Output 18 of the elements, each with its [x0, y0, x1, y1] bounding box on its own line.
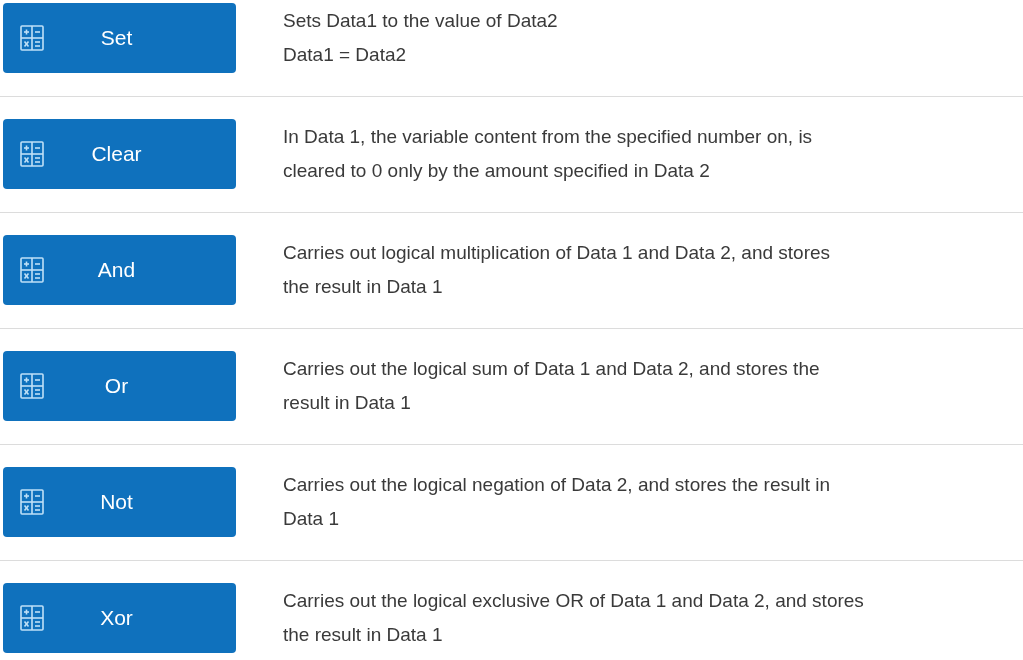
- instruction-button[interactable]: Not: [3, 467, 236, 537]
- calculator-icon: [19, 140, 45, 168]
- instruction-button[interactable]: Set: [3, 3, 236, 73]
- instruction-button[interactable]: Or: [3, 351, 236, 421]
- calculator-icon: [19, 256, 45, 284]
- instruction-description: In Data 1, the variable content from the specified number on, is cleared to 0 only by the amount specified in Data 2: [283, 125, 813, 183]
- instruction-button[interactable]: Xor: [3, 583, 236, 653]
- calculator-icon: [19, 24, 45, 52]
- instruction-button[interactable]: Clear: [3, 119, 236, 189]
- calculator-icon: [19, 488, 45, 516]
- instruction-description: Carries out the logical sum of Data 1 and Data 2, and stores the result in Data 1: [283, 357, 820, 415]
- instruction-description: Carries out the logical negation of Data 2, and stores the result in Data 1: [283, 473, 831, 531]
- instruction-description: Carries out logical multiplication of Data 1 and Data 2, and stores the result in Data 1: [283, 241, 831, 299]
- instruction-description: Carries out the logical exclusive OR of Data 1 and Data 2, and stores the result in Data 1: [283, 589, 864, 647]
- calculator-icon: [19, 372, 45, 400]
- calculator-icon: [19, 604, 45, 632]
- instruction-description: Sets Data1 to the value of Data2 Data1 = Data2: [283, 9, 558, 67]
- instruction-button[interactable]: And: [3, 235, 236, 305]
